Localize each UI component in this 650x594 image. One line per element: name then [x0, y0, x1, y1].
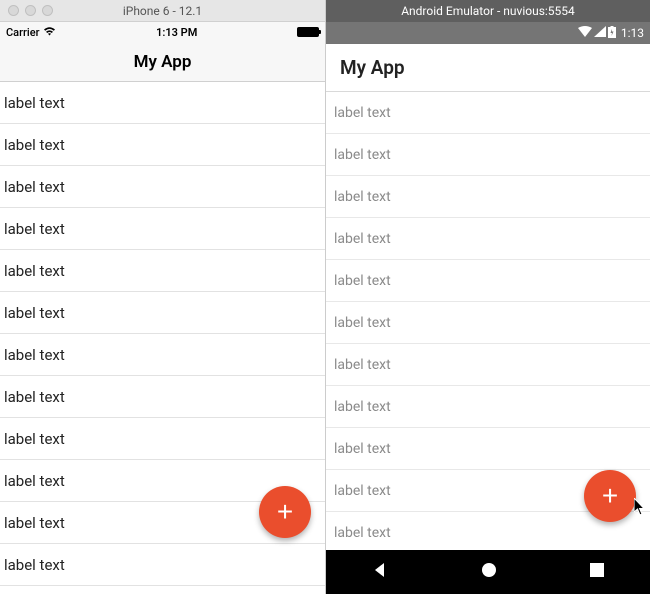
wifi-icon	[43, 26, 56, 39]
list-item-label: label text	[4, 556, 65, 574]
list-item-label: label text	[4, 136, 65, 154]
wifi-icon	[578, 26, 592, 40]
list-item-label: label text	[334, 231, 391, 247]
page-title: My App	[134, 52, 192, 72]
list-item-label: label text	[4, 304, 65, 322]
android-time: 1:13	[621, 26, 644, 40]
list-item-label: label text	[4, 346, 65, 364]
list-item[interactable]: label text	[0, 418, 325, 460]
signal-icon	[594, 26, 606, 40]
list-item-label: label text	[334, 147, 391, 163]
list-item[interactable]: label text	[326, 134, 650, 176]
ios-app-header: My App	[0, 42, 325, 82]
list-item-label: label text	[4, 514, 65, 532]
list-item-label: label text	[4, 94, 65, 112]
android-window-chrome: Android Emulator - nuvious:5554	[326, 0, 650, 22]
list-item[interactable]: label text	[326, 386, 650, 428]
ios-status-bar: Carrier 1:13 PM	[0, 22, 325, 42]
ios-simulator: iPhone 6 - 12.1 Carrier 1:13 PM My App l…	[0, 0, 326, 594]
list-item-label: label text	[4, 430, 65, 448]
list-item[interactable]: label text	[326, 218, 650, 260]
ios-time: 1:13 PM	[156, 26, 197, 39]
list-item[interactable]: label text	[0, 544, 325, 586]
android-app-header: My App	[326, 44, 650, 92]
ios-window-chrome: iPhone 6 - 12.1	[0, 0, 325, 22]
list-item-label: label text	[334, 189, 391, 205]
list-item-label: label text	[4, 262, 65, 280]
list-item[interactable]: label text	[0, 166, 325, 208]
battery-icon	[608, 26, 616, 41]
list-item[interactable]: label text	[326, 428, 650, 470]
list-item[interactable]: label text	[0, 334, 325, 376]
android-window-title: Android Emulator - nuvious:5554	[401, 4, 575, 18]
list-item[interactable]: label text	[326, 92, 650, 134]
battery-icon	[297, 27, 319, 37]
page-title: My App	[340, 56, 405, 79]
list-item-label: label text	[334, 483, 391, 499]
list-item-label: label text	[4, 388, 65, 406]
list-item[interactable]: label text	[0, 208, 325, 250]
list-item-label: label text	[334, 315, 391, 331]
maximize-icon[interactable]	[42, 5, 53, 16]
list-item[interactable]: label text	[0, 124, 325, 166]
list-item[interactable]: label text	[0, 250, 325, 292]
android-status-bar: 1:13	[326, 22, 650, 44]
close-icon[interactable]	[8, 5, 19, 16]
list-item-label: label text	[334, 441, 391, 457]
list-item-label: label text	[334, 105, 391, 121]
minimize-icon[interactable]	[25, 5, 36, 16]
list-item[interactable]: label text	[326, 176, 650, 218]
plus-icon: +	[602, 480, 618, 512]
list-item-label: label text	[4, 178, 65, 196]
window-controls[interactable]	[8, 5, 53, 16]
list-item[interactable]: label text	[326, 302, 650, 344]
home-icon[interactable]	[480, 561, 498, 583]
list-item-label: label text	[334, 399, 391, 415]
list-item[interactable]: label text	[0, 292, 325, 334]
android-nav-bar	[326, 550, 650, 594]
list-item-label: label text	[334, 525, 391, 541]
plus-icon: +	[277, 496, 293, 528]
list-item-label: label text	[4, 220, 65, 238]
add-button[interactable]: +	[259, 486, 311, 538]
list-item[interactable]: label text	[326, 344, 650, 386]
list-item[interactable]: label text	[0, 376, 325, 418]
list-item[interactable]: label text	[326, 260, 650, 302]
add-button[interactable]: +	[584, 470, 636, 522]
list-item-label: label text	[4, 472, 65, 490]
android-emulator: Android Emulator - nuvious:5554 1:13 My …	[326, 0, 650, 594]
carrier-label: Carrier	[6, 26, 39, 39]
list-item-label: label text	[334, 357, 391, 373]
recents-icon[interactable]	[589, 562, 605, 582]
list-item[interactable]: label text	[0, 82, 325, 124]
back-icon[interactable]	[371, 561, 389, 583]
list-item-label: label text	[334, 273, 391, 289]
